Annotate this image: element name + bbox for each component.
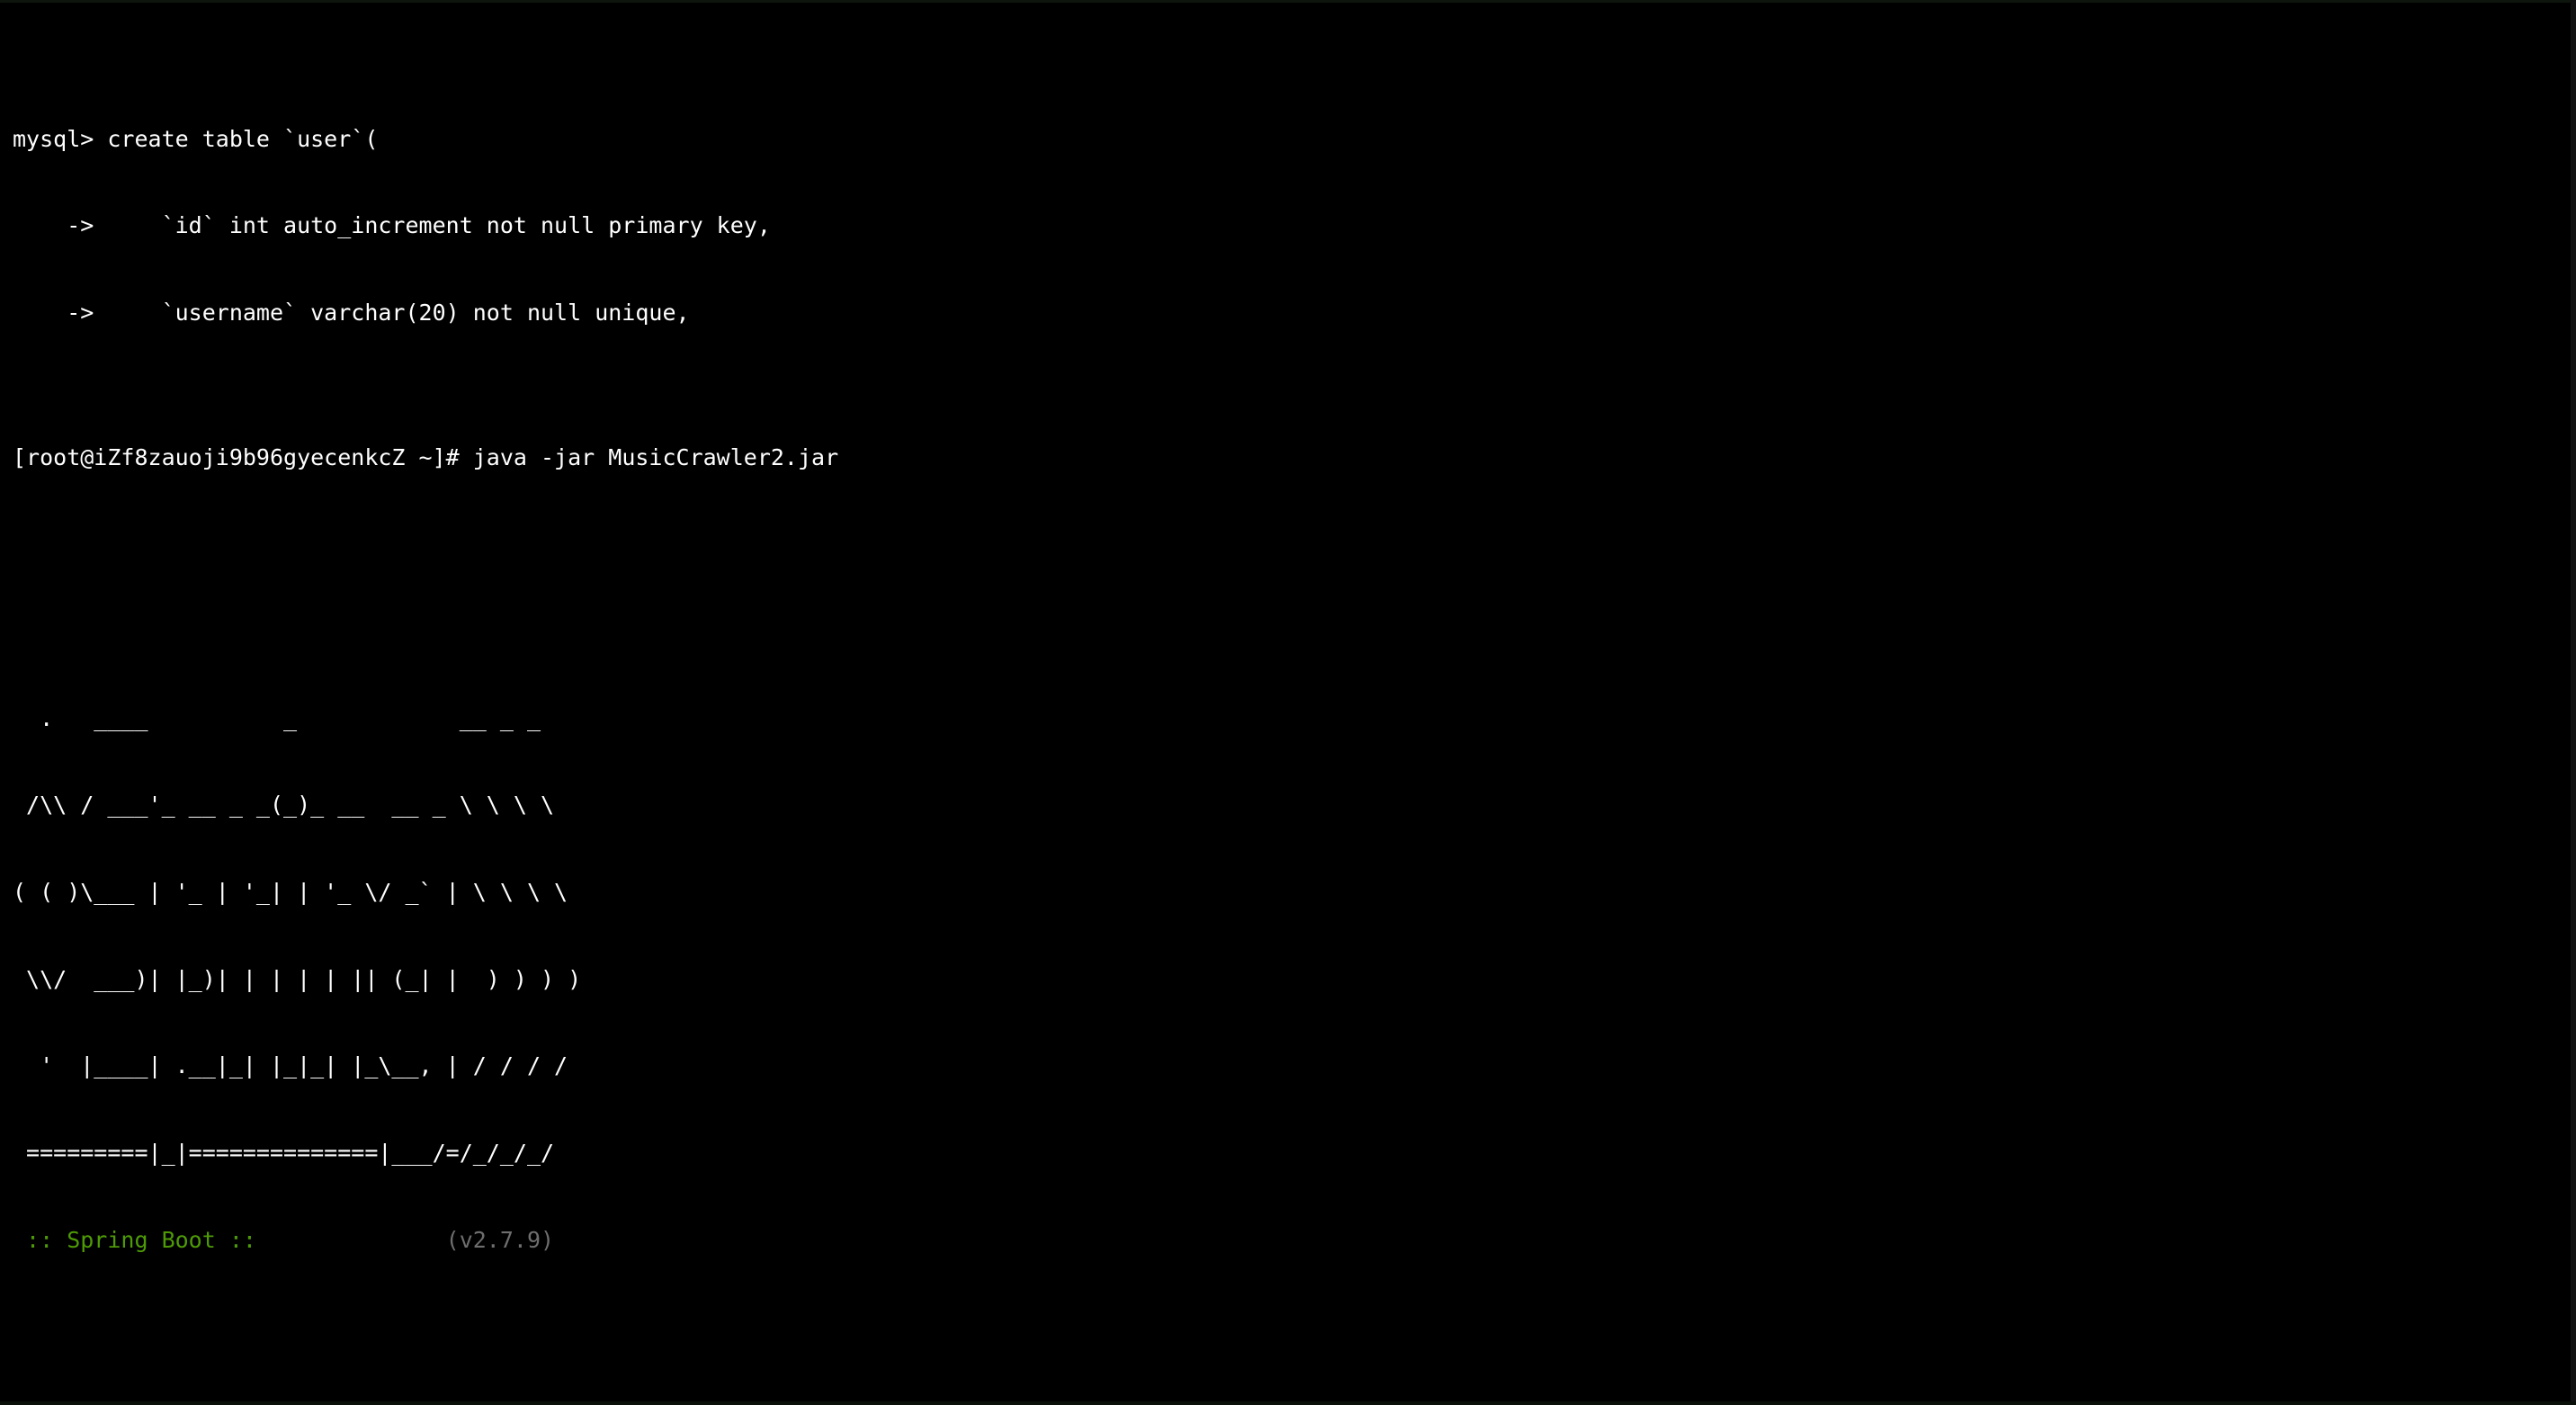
- spring-banner-row-3: \\/ ___)| |_)| | | | | || (_| | ) ) ) ): [13, 965, 582, 992]
- spring-banner-row-0: . ____ _ __ _ _: [13, 704, 541, 731]
- mysql-line-1: mysql> create table `user`(: [13, 125, 2563, 154]
- spring-banner-row-4: ' |____| .__|_| |_|_| |_\__, | / / / /: [13, 1052, 568, 1079]
- spring-banner-row-1: /\\ / ___'_ __ _ _(_)_ __ __ _ \ \ \ \: [13, 792, 555, 819]
- spring-boot-title: :: Spring Boot ::: [13, 1226, 270, 1253]
- terminal-window[interactable]: mysql> create table `user`( -> `id` int …: [0, 0, 2576, 1405]
- terminal-top-border: [0, 0, 2576, 3]
- spring-banner-row-5: =========|_|==============|___/=/_/_/_/: [13, 1139, 555, 1166]
- shell-command: java -jar MusicCrawler2.jar: [472, 444, 839, 471]
- mysql-column-id-text: -> `id` int auto_increment not null prim…: [13, 212, 771, 239]
- mysql-line-2: -> `id` int auto_increment not null prim…: [13, 211, 2563, 240]
- shell-prompt-line: [root@iZf8zauoji9b96gyecenkcZ ~]# java -…: [13, 443, 2563, 472]
- mysql-column-username-text: -> `username` varchar(20) not null uniqu…: [13, 300, 690, 327]
- spring-boot-version-spacer: [270, 1227, 446, 1253]
- spring-banner-title-line: :: Spring Boot :: (v2.7.9): [13, 1226, 2563, 1255]
- shell-prompt: [root@iZf8zauoji9b96gyecenkcZ ~]#: [13, 444, 473, 471]
- spring-boot-version: (v2.7.9): [445, 1226, 555, 1253]
- terminal-output-area[interactable]: mysql> create table `user`( -> `id` int …: [0, 4, 2576, 1405]
- mysql-create-table-text: mysql> create table `user`(: [13, 125, 379, 152]
- mysql-line-3: -> `username` varchar(20) not null uniqu…: [13, 299, 2563, 327]
- spring-banner-row-2: ( ( )\___ | '_ | '_| | '_ \/ _` | \ \ \ …: [13, 879, 568, 906]
